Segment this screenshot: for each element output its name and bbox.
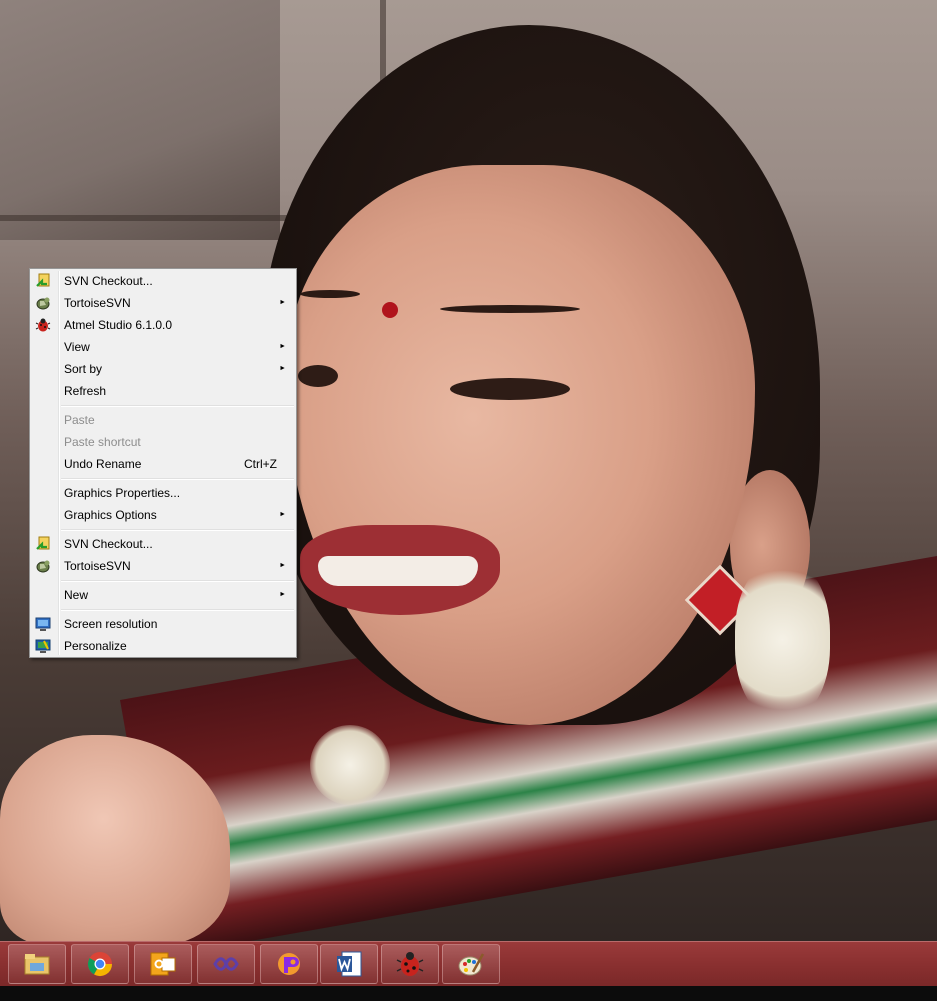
menu-item-sort-by[interactable]: Sort by ►	[30, 358, 296, 380]
svn-checkout-icon	[36, 536, 50, 550]
menu-item-screen-resolution[interactable]: Screen resolution	[30, 613, 296, 635]
menu-item-graphics-properties[interactable]: Graphics Properties...	[30, 482, 296, 504]
paint-icon	[458, 953, 485, 976]
menu-item-personalize[interactable]: Personalize	[30, 635, 296, 657]
menu-item-refresh[interactable]: Refresh	[30, 380, 296, 402]
menu-item-tortoisesvn-2[interactable]: TortoiseSVN ►	[30, 555, 296, 577]
taskbar-chrome-button[interactable]	[71, 944, 129, 984]
taskbar-word-button[interactable]	[320, 944, 378, 984]
menu-item-new[interactable]: New ►	[30, 584, 296, 606]
taskbar	[0, 941, 937, 987]
outlook-icon	[150, 952, 176, 976]
svn-checkout-icon	[36, 273, 50, 287]
submenu-arrow-icon: ►	[279, 511, 286, 518]
visual-studio-icon	[213, 957, 239, 971]
taskbar-visual-studio-button[interactable]	[197, 944, 255, 984]
taskbar-atmel-studio-button[interactable]	[381, 944, 439, 984]
menu-item-svn-checkout-2[interactable]: SVN Checkout...	[30, 533, 296, 555]
word-icon	[337, 951, 362, 977]
menu-separator	[30, 402, 296, 409]
file-explorer-icon	[24, 954, 50, 975]
shortcut-label: Ctrl+Z	[244, 457, 277, 471]
menu-item-view[interactable]: View ►	[30, 336, 296, 358]
atmel-studio-icon	[35, 318, 51, 332]
menu-item-undo-rename[interactable]: Undo Rename Ctrl+Z	[30, 453, 296, 475]
submenu-arrow-icon: ►	[279, 591, 286, 598]
menu-item-atmel-studio[interactable]: Atmel Studio 6.1.0.0	[30, 314, 296, 336]
personalize-icon	[35, 639, 51, 653]
screen-resolution-icon	[35, 617, 51, 631]
tortoisesvn-icon	[36, 297, 50, 310]
screen-bottom-edge	[0, 986, 937, 1001]
taskbar-outlook-button[interactable]	[134, 944, 192, 984]
atmel-studio-icon	[396, 952, 424, 976]
taskbar-file-explorer-button[interactable]	[8, 944, 66, 984]
submenu-arrow-icon: ►	[279, 365, 286, 372]
submenu-arrow-icon: ►	[279, 562, 286, 569]
desktop-context-menu: SVN Checkout... TortoiseSVN ► Atmel Stud…	[29, 268, 297, 658]
paint-shop-icon	[278, 953, 300, 975]
menu-separator	[30, 475, 296, 482]
menu-separator	[30, 606, 296, 613]
chrome-icon	[87, 952, 112, 977]
menu-separator	[30, 577, 296, 584]
submenu-arrow-icon: ►	[279, 343, 286, 350]
menu-item-paste: Paste	[64, 413, 95, 427]
taskbar-paint-button[interactable]	[442, 944, 500, 984]
menu-item-graphics-options[interactable]: Graphics Options ►	[30, 504, 296, 526]
submenu-arrow-icon: ►	[279, 299, 286, 306]
menu-item-svn-checkout[interactable]: SVN Checkout...	[30, 270, 296, 292]
menu-separator	[30, 526, 296, 533]
menu-item-tortoisesvn[interactable]: TortoiseSVN ►	[30, 292, 296, 314]
menu-item-paste-shortcut: Paste shortcut	[64, 435, 141, 449]
taskbar-paint-shop-button[interactable]	[260, 944, 318, 984]
tortoisesvn-icon	[36, 560, 50, 573]
